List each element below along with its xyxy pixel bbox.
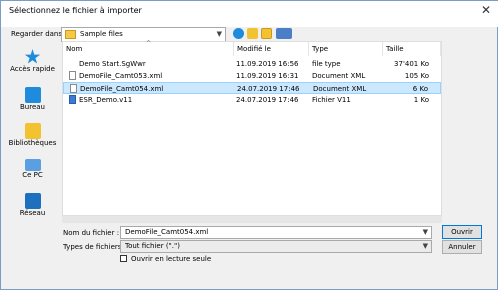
file-row[interactable]: Demo Start.SgWwr 11.09.2019 16:56 file t…: [63, 58, 441, 70]
column-header-name[interactable]: ^ Nom: [63, 40, 234, 56]
file-type: file type: [312, 60, 341, 68]
file-size: 105 Ko: [404, 72, 429, 80]
column-header-size[interactable]: Taille: [383, 42, 441, 56]
file-type: Fichier V11: [312, 96, 351, 104]
place-libraries[interactable]: Bibliothèques: [1, 123, 64, 147]
file-size: 37'401 Ko: [394, 60, 429, 68]
file-modified: 24.07.2019 17:46: [236, 96, 299, 104]
v11-file-icon: [69, 95, 76, 104]
file-modified: 11.09.2019 16:56: [236, 60, 299, 68]
filetype-select[interactable]: Tout fichier (".") ▼: [120, 240, 432, 253]
filetype-value: Tout fichier ("."): [125, 242, 180, 250]
place-label: Bureau: [20, 103, 45, 111]
file-name: DemoFile_Camt053.xml: [79, 72, 163, 80]
horizontal-scrollbar[interactable]: [62, 216, 442, 223]
column-header-type[interactable]: Type: [309, 42, 383, 56]
file-row[interactable]: ESR_Demo.v11 24.07.2019 17:46 Fichier V1…: [63, 94, 441, 106]
file-name: ESR_Demo.v11: [79, 96, 133, 104]
xml-file-icon: [69, 71, 76, 80]
place-label: Accès rapide: [10, 65, 55, 73]
file-modified: 11.09.2019 16:31: [236, 72, 299, 80]
chevron-down-icon[interactable]: ▼: [423, 227, 428, 238]
file-row[interactable]: DemoFile_Camt053.xml 11.09.2019 16:31 Do…: [63, 70, 441, 82]
places-bar: Accès rapide Bureau Bibliothèques Ce PC …: [1, 41, 64, 244]
open-file-dialog: Sélectionnez le fichier à importer ✕ Reg…: [0, 0, 499, 290]
place-label: Réseau: [19, 209, 46, 217]
window-title: Sélectionnez le fichier à importer: [9, 6, 142, 15]
column-header-modified[interactable]: Modifié le: [234, 42, 309, 56]
sort-arrow-icon: ^: [145, 40, 152, 47]
views-menu-icon[interactable]: [276, 28, 292, 39]
file-size: 1 Ko: [413, 96, 429, 104]
libraries-icon: [24, 123, 41, 139]
up-folder-icon[interactable]: [247, 28, 258, 39]
file-list[interactable]: ^ Nom Modifié le Type Taille Demo Start.…: [62, 40, 442, 216]
filename-input[interactable]: DemoFile_Camt054.xml ▼: [120, 226, 432, 239]
readonly-label[interactable]: Ouvrir en lecture seule: [131, 255, 211, 263]
file-row-selected[interactable]: DemoFile_Camt054.xml 24.07.2019 17:46 Do…: [63, 82, 441, 94]
chevron-down-icon[interactable]: ▼: [423, 241, 428, 252]
place-this-pc[interactable]: Ce PC: [1, 159, 64, 179]
network-icon: [24, 193, 41, 209]
desktop-icon: [24, 87, 41, 103]
star-icon: [24, 49, 41, 64]
open-button[interactable]: Ouvrir: [442, 225, 482, 239]
computer-icon: [24, 159, 41, 171]
place-network[interactable]: Réseau: [1, 193, 64, 217]
column-label: Type: [312, 45, 329, 53]
place-quick-access[interactable]: Accès rapide: [1, 49, 64, 73]
cancel-button[interactable]: Annuler: [442, 240, 482, 254]
file-name: Demo Start.SgWwr: [79, 60, 146, 68]
close-icon[interactable]: ✕: [481, 4, 491, 16]
place-label: Bibliothèques: [8, 139, 57, 147]
readonly-checkbox[interactable]: [120, 255, 127, 262]
file-type: Document XML: [312, 72, 366, 80]
back-icon[interactable]: [233, 28, 244, 39]
place-desktop[interactable]: Bureau: [1, 87, 64, 111]
filetype-label: Types de fichiers :: [63, 243, 126, 251]
title-bar: Sélectionnez le fichier à importer ✕: [1, 1, 499, 27]
xml-file-icon: [70, 84, 77, 93]
column-label: Modifié le: [237, 45, 271, 53]
filename-value: DemoFile_Camt054.xml: [125, 228, 209, 236]
place-label: Ce PC: [22, 171, 43, 179]
lookin-label: Regarder dans :: [11, 30, 67, 38]
sgwwr-file-icon: [69, 59, 76, 68]
column-label: Taille: [386, 45, 404, 53]
filename-label: Nom du fichier :: [63, 229, 120, 237]
new-folder-icon[interactable]: [261, 28, 272, 39]
